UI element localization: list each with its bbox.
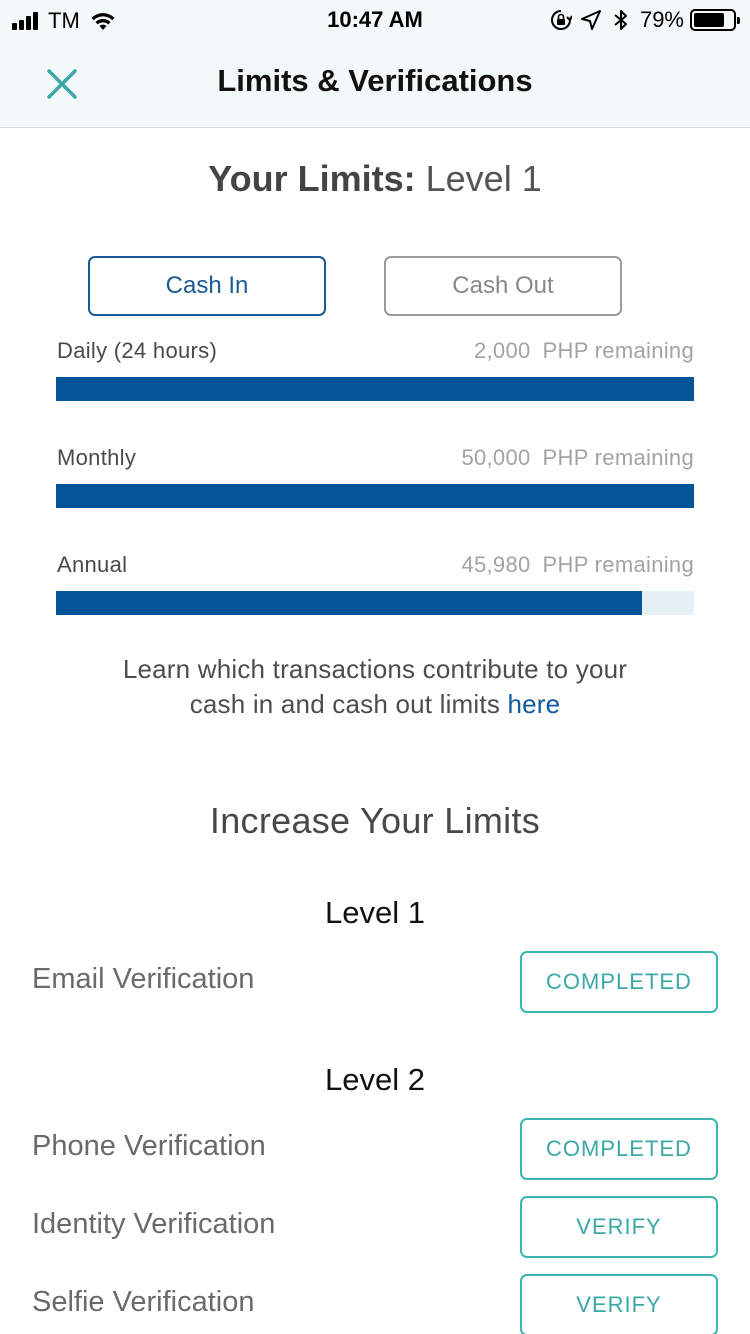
orientation-lock-icon xyxy=(550,10,572,30)
limit-amount: 2,000 xyxy=(473,338,531,363)
limit-name: Monthly xyxy=(57,445,137,470)
limits-title-level: Level 1 xyxy=(425,158,542,199)
limits-title: Your Limits: Level 1 xyxy=(0,158,750,200)
verification-label: Selfie Verification xyxy=(32,1286,255,1318)
page-title: Limits & Verifications xyxy=(217,63,533,98)
limit-progress-fill xyxy=(56,377,694,401)
limits-info-text: Learn which transactions contribute to y… xyxy=(0,652,750,722)
phone-completed-button[interactable]: COMPLETED xyxy=(520,1118,718,1180)
selfie-verify-button[interactable]: VERIFY xyxy=(520,1274,718,1334)
bluetooth-icon xyxy=(614,10,627,30)
limit-amount: 45,980 xyxy=(461,552,531,577)
verification-row-selfie: Selfie Verification VERIFY xyxy=(32,1274,718,1334)
verification-row-identity: Identity Verification VERIFY xyxy=(32,1196,718,1258)
verification-label: Phone Verification xyxy=(32,1130,266,1162)
battery-percent: 79% xyxy=(639,7,684,32)
limit-amount: 50,000 xyxy=(461,445,531,470)
tab-cash-in[interactable]: Cash In xyxy=(88,256,326,316)
limits-title-label: Your Limits: xyxy=(208,158,416,199)
top-bar: TM 10:47 AM 79% Limits & Verifications xyxy=(0,0,750,128)
limits-info-line-2-text: cash in and cash out limits xyxy=(189,689,501,719)
verification-label: Identity Verification xyxy=(32,1208,276,1240)
status-right: 79% xyxy=(542,7,740,33)
limit-name: Annual xyxy=(57,552,128,577)
limit-name: Daily (24 hours) xyxy=(57,338,218,363)
learn-more-link[interactable]: here xyxy=(507,689,560,719)
battery-icon xyxy=(690,9,740,31)
limit-progress-track xyxy=(56,484,694,508)
level-2-heading: Level 2 xyxy=(325,1062,425,1097)
limit-suffix: PHP remaining xyxy=(542,445,694,470)
limits-info-line-2: cash in and cash out limits here xyxy=(0,687,750,722)
limit-suffix: PHP remaining xyxy=(542,338,694,363)
limit-remaining: 2,000 PHP remaining xyxy=(474,338,694,364)
limit-progress-fill xyxy=(56,484,694,508)
limit-progress-track xyxy=(56,591,694,615)
tab-cash-out[interactable]: Cash Out xyxy=(384,256,622,316)
limit-progress-track xyxy=(56,377,694,401)
limit-remaining: 50,000 PHP remaining xyxy=(461,445,694,471)
limit-suffix: PHP remaining xyxy=(542,552,694,577)
limits-info-line-1: Learn which transactions contribute to y… xyxy=(122,654,628,684)
increase-limits-title: Increase Your Limits xyxy=(209,800,541,841)
verification-label: Email Verification xyxy=(32,963,255,995)
status-bar: TM 10:47 AM 79% xyxy=(0,0,750,40)
email-completed-button[interactable]: COMPLETED xyxy=(520,951,718,1013)
verification-row-email: Email Verification COMPLETED xyxy=(32,951,718,1013)
location-arrow-icon xyxy=(580,10,601,30)
limit-remaining: 45,980 PHP remaining xyxy=(461,552,694,578)
limit-progress-fill xyxy=(56,591,643,615)
verification-row-phone: Phone Verification COMPLETED xyxy=(32,1118,718,1180)
level-1-heading: Level 1 xyxy=(325,895,425,930)
identity-verify-button[interactable]: VERIFY xyxy=(520,1196,718,1258)
